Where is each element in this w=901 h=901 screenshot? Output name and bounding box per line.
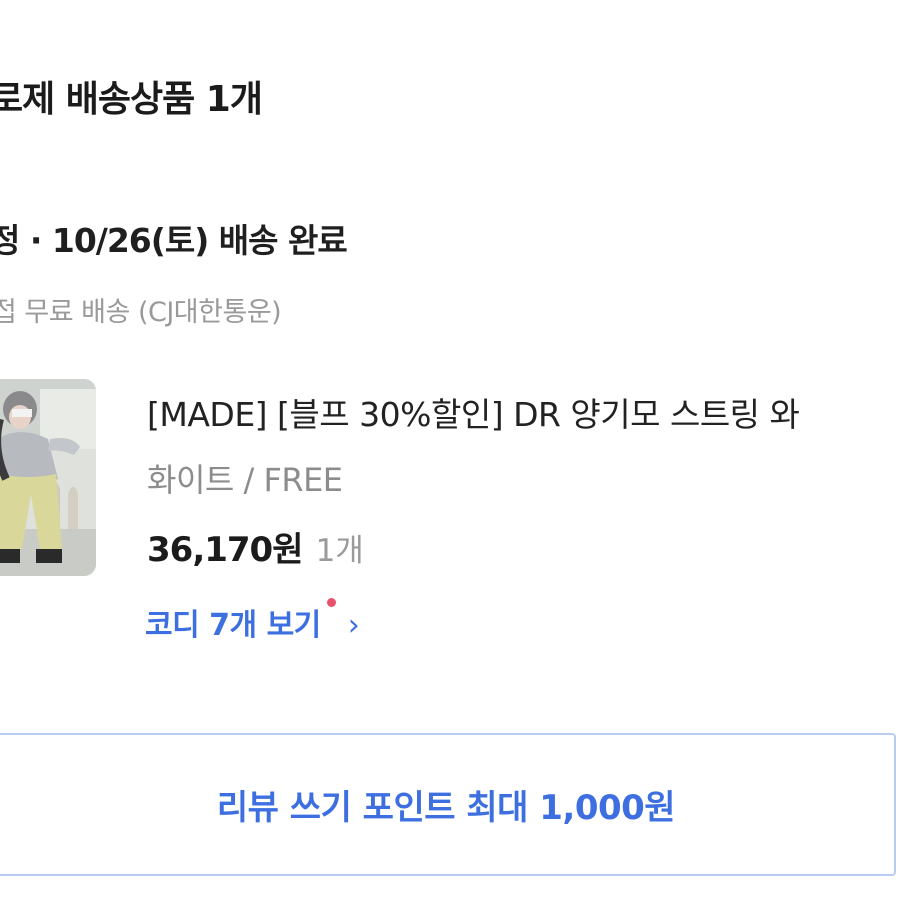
- delivery-method: 접 무료 배송 (CJ대한통운): [0, 297, 282, 328]
- product-quantity: 1개: [315, 533, 364, 569]
- write-review-label: 리뷰 쓰기 포인트 최대 1,000원: [216, 788, 676, 828]
- order-detail-page: 로제 배송상품 1개 정 · 10/26(토) 배송 완료 접 무료 배송 (C…: [0, 0, 901, 901]
- delivery-status: 정 · 10/26(토) 배송 완료: [0, 221, 348, 260]
- product-name[interactable]: [MADE] [블프 30%할인] DR 양기모 스트링 와: [147, 388, 800, 436]
- order-group-title: 로제 배송상품 1개: [0, 79, 263, 120]
- product-option: 화이트 / FREE: [147, 461, 343, 499]
- product-photo-image: [0, 379, 96, 576]
- chevron-right-icon: ›: [347, 608, 360, 643]
- product-price: 36,170원: [147, 530, 303, 570]
- write-review-button[interactable]: 리뷰 쓰기 포인트 최대 1,000원: [0, 733, 896, 876]
- new-indicator-dot-icon: [326, 598, 336, 607]
- price-row: 36,170원 1개: [147, 522, 364, 571]
- product-thumbnail[interactable]: [0, 379, 96, 576]
- codi-view-link[interactable]: 코디 7개 보기 ›: [145, 598, 360, 644]
- codi-view-label: 코디 7개 보기: [145, 608, 321, 643]
